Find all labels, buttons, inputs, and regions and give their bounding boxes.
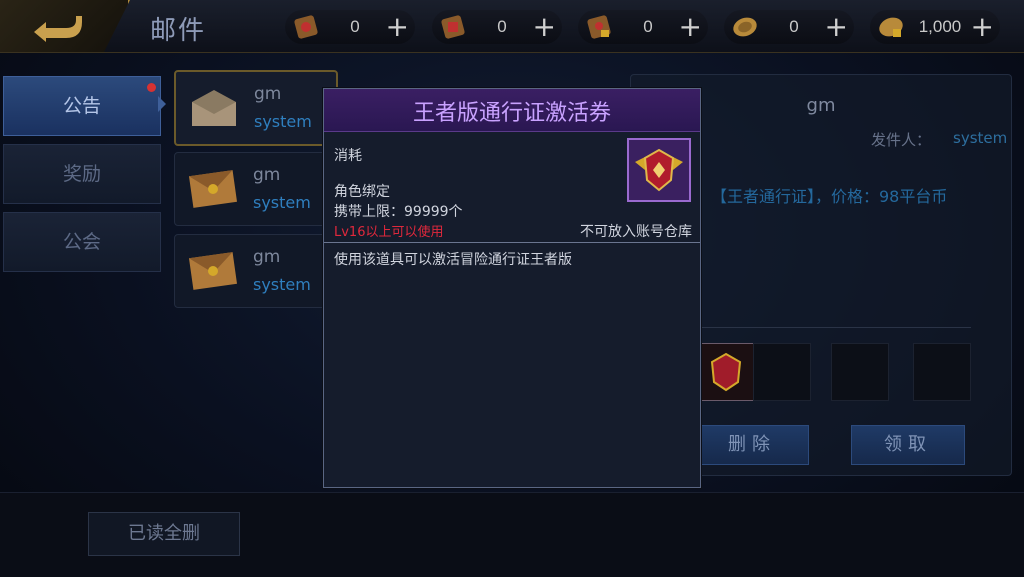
delete-all-read-button[interactable]: 已读全删 — [88, 512, 240, 556]
item-carry-limit: 携带上限：99999个 — [334, 204, 463, 220]
item-description: 使用该道具可以激活冒险通行证王者版 — [334, 252, 572, 268]
mail-sender: gm — [253, 165, 281, 185]
currency-slot-2: 0 + — [432, 10, 562, 44]
item-icon-frame — [627, 138, 691, 202]
currency-slot-4: 0 + — [724, 10, 854, 44]
attachment-slot — [913, 343, 971, 401]
item-storage-rule: 不可放入账号仓库 — [580, 224, 692, 240]
currency-value: 0 — [497, 17, 507, 36]
delete-button[interactable]: 删除 — [695, 425, 809, 465]
tab-label: 公告 — [62, 95, 101, 117]
add-currency-button[interactable]: + — [825, 10, 848, 43]
mail-list-item[interactable]: gm system — [174, 70, 338, 146]
divider — [691, 327, 971, 328]
mail-type: system — [254, 112, 312, 131]
tab-reward[interactable]: 奖励 — [3, 144, 161, 204]
mail-body: 【王者通行证】，价格：98平台币 — [711, 187, 948, 206]
currency-value: 0 — [789, 17, 799, 36]
mail-sender: gm — [253, 247, 281, 267]
add-currency-button[interactable]: + — [679, 10, 702, 43]
currency-value: 1,000 — [918, 17, 962, 36]
locked-scroll-icon — [587, 15, 611, 39]
currency-slot-1: 0 + — [285, 10, 415, 44]
add-currency-button[interactable]: + — [971, 10, 994, 43]
mail-type: system — [253, 275, 311, 294]
notification-dot — [147, 83, 156, 92]
mail-type: system — [253, 193, 311, 212]
add-currency-button[interactable]: + — [386, 10, 409, 43]
tab-guild[interactable]: 公会 — [3, 212, 161, 272]
locked-coin-icon — [879, 17, 903, 37]
item-tooltip: 王者版通行证激活券 消耗 角色绑定 携带上限：99999个 Lv16以上可以使用… — [323, 88, 701, 488]
coin-icon — [733, 17, 757, 37]
back-button[interactable] — [0, 0, 130, 52]
item-bind-type: 角色绑定 — [334, 184, 390, 200]
mail-list-item[interactable]: gm system — [174, 234, 336, 308]
mail-sender: gm — [254, 84, 282, 104]
currency-slot-5: 1,000 + — [870, 10, 1000, 44]
scroll-ticket-icon — [441, 15, 465, 39]
sender-label: 发件人： — [871, 131, 932, 149]
active-tab-pointer — [158, 96, 166, 112]
item-level-requirement: Lv16以上可以使用 — [334, 225, 444, 240]
currency-slot-3: 0 + — [578, 10, 708, 44]
attachment-slot[interactable] — [697, 343, 755, 401]
item-name: 王者版通行证激活券 — [412, 101, 611, 126]
mail-list-item[interactable]: gm system — [174, 152, 336, 226]
item-category: 消耗 — [334, 148, 362, 164]
pass-badge-icon — [635, 148, 683, 192]
top-bar: 邮件 0 + 0 + 0 + 0 + 1,000 + — [0, 0, 1024, 53]
tooltip-header: 王者版通行证激活券 — [324, 89, 700, 132]
claim-button[interactable]: 领取 — [851, 425, 965, 465]
sender-value: system — [953, 129, 1008, 147]
scroll-ticket-icon — [294, 15, 318, 39]
add-currency-button[interactable]: + — [533, 10, 556, 43]
attachment-slot — [831, 343, 889, 401]
divider — [324, 242, 700, 243]
sealed-envelope-icon — [188, 170, 238, 208]
sealed-envelope-icon — [188, 252, 238, 290]
pass-badge-icon — [710, 352, 742, 392]
currency-value: 0 — [643, 17, 653, 36]
back-arrow-icon — [34, 16, 82, 42]
tab-label: 奖励 — [62, 163, 101, 185]
opened-envelope-icon — [192, 90, 236, 126]
page-title: 邮件 — [150, 16, 207, 46]
tab-label: 公会 — [62, 231, 101, 253]
tab-announcement[interactable]: 公告 — [3, 76, 161, 136]
currency-value: 0 — [350, 17, 360, 36]
attachment-slot — [753, 343, 811, 401]
